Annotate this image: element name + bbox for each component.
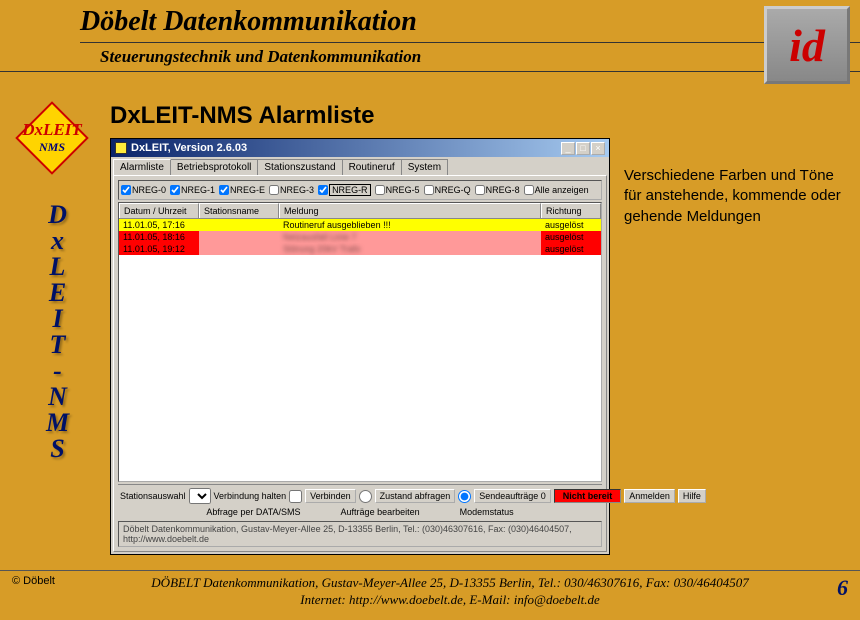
tab-alarmliste[interactable]: Alarmliste [113, 159, 171, 175]
dxleit-logo: DxLEIT NMS [12, 102, 92, 174]
page-number: 6 [808, 575, 848, 601]
abfrage-radio-2[interactable] [458, 490, 471, 503]
window-titlebar: DxLEIT, Version 2.6.03 _ □ × [111, 139, 609, 157]
close-button[interactable]: × [591, 142, 605, 155]
filter-nreg-1[interactable]: NREG-1 [170, 185, 215, 195]
column-header[interactable]: Richtung [541, 203, 601, 218]
filter-nreg-3[interactable]: NREG-3 [269, 185, 314, 195]
page-title: DxLEIT-NMS Alarmliste [110, 102, 848, 130]
window-icon [115, 142, 127, 154]
tab-strip: AlarmlisteBetriebsprotokollStationszusta… [111, 157, 609, 175]
verbindung-halten-label: Verbindung halten [214, 491, 287, 501]
header-subtitle: Steuerungstechnik und Datenkommunikation [80, 47, 860, 67]
alarm-table: Datum / UhrzeitStationsnameMeldungRichtu… [118, 202, 602, 482]
station-select[interactable] [189, 488, 211, 504]
footer-line-1: DÖBELT Datenkommunikation, Gustav-Meyer-… [92, 575, 808, 592]
footer-line-2: Internet: http://www.doebelt.de, E-Mail:… [92, 592, 808, 609]
filter-nreg-0[interactable]: NREG-0 [121, 185, 166, 195]
auftraege-label: Aufträge bearbeiten [341, 507, 420, 517]
tab-betriebsprotokoll[interactable]: Betriebsprotokoll [170, 159, 258, 175]
table-row[interactable]: 11.01.05, 17:16Routineruf ausgeblieben !… [119, 219, 601, 231]
tab-routineruf[interactable]: Routineruf [342, 159, 402, 175]
description-text: Verschiedene Farben und Töne für anstehe… [624, 138, 848, 555]
station-select-label: Stationsauswahl [120, 491, 186, 501]
modem-label: Modemstatus [460, 507, 514, 517]
minimize-button[interactable]: _ [561, 142, 575, 155]
tab-stationszustand[interactable]: Stationszustand [257, 159, 342, 175]
logo-text: id [789, 19, 825, 72]
window-title-text: DxLEIT, Version 2.6.03 [131, 139, 561, 157]
status-line: Döbelt Datenkommunikation, Gustav-Meyer-… [118, 521, 602, 547]
header-title: Döbelt Datenkommunikation [80, 6, 860, 38]
app-window: DxLEIT, Version 2.6.03 _ □ × AlarmlisteB… [110, 138, 610, 555]
table-row[interactable]: 11.01.05, 18:16Netzausfall Linie 7ausgel… [119, 231, 601, 243]
column-header[interactable]: Stationsname [199, 203, 279, 218]
modem-status: Nicht bereit [554, 489, 622, 503]
footer-copyright: © Döbelt [12, 575, 92, 587]
maximize-button[interactable]: □ [576, 142, 590, 155]
slide-footer: © Döbelt DÖBELT Datenkommunikation, Gust… [0, 570, 860, 620]
verbindung-halten-checkbox[interactable] [289, 490, 302, 503]
column-header[interactable]: Meldung [279, 203, 541, 218]
filter-nreg-e[interactable]: NREG-E [219, 185, 265, 195]
filter-nreg-q[interactable]: NREG-Q [424, 185, 471, 195]
filter-nreg-5[interactable]: NREG-5 [375, 185, 420, 195]
abfrage-radio-1[interactable] [359, 490, 372, 503]
abfrage-label: Abfrage per DATA/SMS [206, 507, 300, 517]
filter-row: NREG-0 NREG-1 NREG-E NREG-3 NREG-R NREG-5 NREG… [118, 180, 602, 200]
bottom-toolbar: Stationsauswahl Verbindung halten Verbin… [118, 484, 602, 507]
slide-header: Döbelt Datenkommunikation Steuerungstech… [0, 0, 860, 72]
company-logo: id [764, 6, 850, 84]
table-row[interactable]: 11.01.05, 19:12Störung 20kV Trafoausgelö… [119, 243, 601, 255]
vertical-title: DxLEIT-NMS [12, 182, 104, 462]
sendeauftraege-button[interactable]: Sendeaufträge 0 [474, 489, 551, 503]
verbinden-button[interactable]: Verbinden [305, 489, 356, 503]
filter-nreg-r[interactable]: NREG-R [318, 184, 371, 196]
filter-nreg-8[interactable]: NREG-8 [475, 185, 520, 195]
column-header[interactable]: Datum / Uhrzeit [119, 203, 199, 218]
filter-alle anzeigen[interactable]: Alle anzeigen [524, 185, 589, 195]
tab-system[interactable]: System [401, 159, 448, 175]
zustand-abfragen-button[interactable]: Zustand abfragen [375, 489, 456, 503]
